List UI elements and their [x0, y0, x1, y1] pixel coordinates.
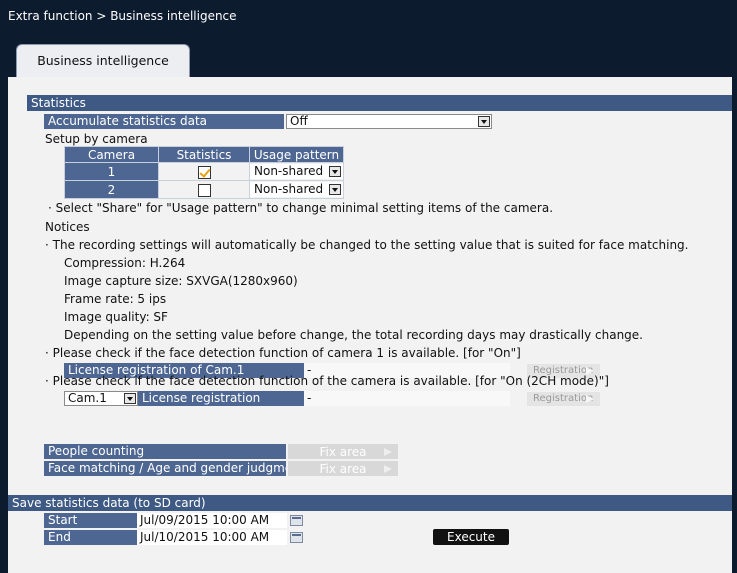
execute-button[interactable]: Execute [433, 529, 509, 545]
camera-select-value: Cam.1 [68, 391, 107, 405]
calendar-icon[interactable] [290, 515, 303, 526]
image-quality-text: Image quality: SF [64, 310, 168, 324]
registration-button-2ch[interactable]: Registration [527, 392, 600, 406]
chevron-down-icon [478, 116, 490, 127]
statistics-header: Statistics [27, 95, 733, 111]
depending-note: Depending on the setting value before ch… [64, 328, 643, 342]
notice-face-detection-2ch: · Please check if the face detection fun… [45, 374, 609, 388]
save-statistics-header: Save statistics data (to SD card) [8, 495, 733, 511]
usage-pattern-value: Non-shared [254, 182, 324, 196]
table-row: 1 Non-shared [64, 162, 344, 181]
usage-pattern-dropdown-cam2[interactable]: Non-shared [250, 182, 343, 197]
frame-rate-text: Frame rate: 5 ips [64, 292, 167, 306]
start-date-field[interactable]: Jul/09/2015 10:00 AM [137, 513, 287, 528]
notices-label: Notices [45, 220, 90, 234]
accumulate-statistics-value: Off [290, 114, 308, 128]
fix-area-button-face-matching[interactable]: Fix area [288, 461, 398, 476]
notice-recording-settings: · The recording settings will automatica… [45, 238, 689, 252]
license-registration-label: License registration [138, 391, 304, 406]
accumulate-statistics-label: Accumulate statistics data [44, 114, 284, 129]
capture-size-text: Image capture size: SXVGA(1280x960) [64, 274, 298, 288]
end-label: End [44, 530, 137, 545]
fix-area-button-people-counting[interactable]: Fix area [288, 444, 398, 459]
share-note: · Select "Share" for "Usage pattern" to … [48, 201, 554, 215]
face-matching-label: Face matching / Age and gender judgment [44, 461, 286, 476]
license-registration-value: - [304, 391, 510, 406]
camera-number: 2 [64, 180, 159, 199]
compression-text: Compression: H.264 [64, 256, 186, 270]
statistics-checkbox-cam2[interactable] [197, 183, 211, 197]
col-statistics: Statistics [158, 146, 250, 163]
calendar-icon[interactable] [290, 532, 303, 543]
statistics-checkbox-cam1[interactable] [197, 165, 211, 179]
accumulate-statistics-dropdown[interactable]: Off [286, 114, 492, 129]
notice-face-detection-cam1: · Please check if the face detection fun… [45, 346, 521, 360]
camera-number: 1 [64, 162, 159, 181]
right-edge [732, 77, 737, 573]
people-counting-label: People counting [44, 444, 286, 459]
table-row: 2 Non-shared [64, 180, 344, 199]
camera-select-dropdown[interactable]: Cam.1 [64, 391, 138, 406]
camera-table: Camera Statistics Usage pattern 1 Non-sh… [64, 146, 344, 199]
breadcrumb: Extra function > Business intelligence [8, 9, 237, 23]
setup-by-camera-label: Setup by camera [45, 132, 148, 146]
chevron-down-icon [329, 184, 341, 195]
col-usage-pattern: Usage pattern [249, 146, 344, 163]
usage-pattern-dropdown-cam1[interactable]: Non-shared [250, 164, 343, 179]
chevron-down-icon [329, 166, 341, 177]
end-date-field[interactable]: Jul/10/2015 10:00 AM [137, 530, 287, 545]
usage-pattern-value: Non-shared [254, 164, 324, 178]
chevron-down-icon [124, 393, 136, 404]
tab-business-intelligence[interactable]: Business intelligence [16, 44, 190, 78]
col-camera: Camera [64, 146, 159, 163]
start-label: Start [44, 513, 137, 528]
